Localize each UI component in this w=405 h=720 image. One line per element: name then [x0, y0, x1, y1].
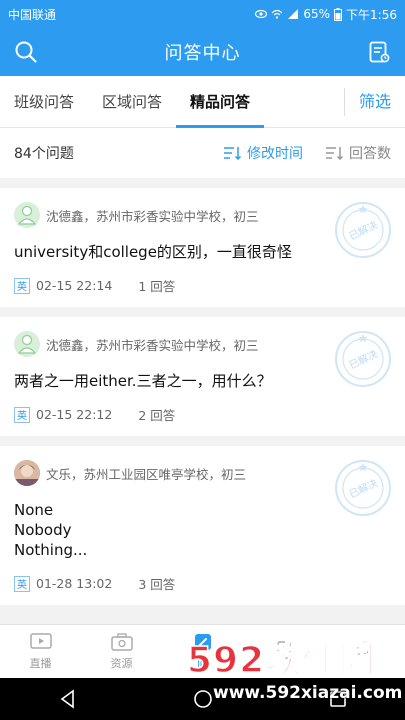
search-icon[interactable] — [14, 40, 38, 64]
nav-item-profile[interactable] — [324, 625, 405, 678]
solved-stamp-icon: 已解决 — [335, 460, 391, 516]
sort-icon — [326, 147, 343, 160]
subject-badge: 英 — [14, 277, 30, 294]
home-icon[interactable] — [193, 689, 213, 709]
bottom-nav: 直播 资源 问 — [0, 624, 405, 678]
category-tabs: 班级问答 区域问答 精品问答 筛选 — [0, 76, 405, 128]
stamp-text: 已解决 — [347, 476, 380, 500]
app-bar: 问答中心 — [0, 28, 405, 76]
question-time: 02-15 22:12 — [36, 407, 113, 422]
profile-icon — [356, 641, 373, 658]
avatar — [14, 202, 40, 228]
system-nav-bar — [0, 678, 405, 720]
question-meta: 英 01-28 13:02 3 回答 — [14, 574, 391, 593]
question-meta: 英 02-15 22:12 2 回答 — [14, 405, 391, 424]
nav-item-resources[interactable]: 资源 — [81, 625, 162, 678]
recents-icon[interactable] — [328, 689, 348, 709]
author-info: 沈德鑫，苏州市彩香实验中学校，初三 — [46, 208, 259, 224]
solved-stamp-icon: 已解决 — [335, 202, 391, 258]
eye-icon — [255, 9, 268, 19]
answer-count: 1 回答 — [138, 279, 176, 294]
screen: 中国联通 65% 下午1:56 问答中心 班级问答 区域问答 精品问答 筛选 8… — [0, 0, 405, 720]
answer-count: 2 回答 — [138, 408, 176, 423]
subject-badge: 英 — [14, 575, 30, 592]
nav-item-qa[interactable]: 问 — [162, 625, 243, 678]
tab-featured-qa[interactable]: 精品问答 — [176, 76, 265, 128]
solved-stamp-icon: 已解决 — [335, 331, 391, 387]
status-bar: 中国联通 65% 下午1:56 — [0, 0, 405, 28]
question-meta: 英 02-15 22:14 1 回答 — [14, 276, 391, 295]
my-questions-icon[interactable] — [367, 40, 391, 64]
answer-count: 3 回答 — [138, 577, 176, 592]
default-avatar-icon — [18, 334, 36, 354]
signal-icon — [288, 9, 299, 19]
nav-label: 直播 — [29, 656, 52, 670]
question-time: 02-15 22:14 — [36, 278, 113, 293]
back-icon[interactable] — [58, 689, 78, 709]
avatar — [14, 460, 40, 486]
stamp-text: 已解决 — [347, 347, 380, 371]
question-card[interactable]: 沈德鑫，苏州市彩香实验中学校，初三 university和college的区别，… — [0, 188, 405, 307]
nav-label: 问 — [197, 656, 208, 670]
sort-by-answers-button[interactable]: 回答数 — [325, 143, 391, 163]
default-avatar-icon — [18, 205, 36, 225]
question-card[interactable]: 文乐，苏州工业园区唯亭学校，初三 None Nobody Nothing... … — [0, 446, 405, 605]
question-count: 84个问题 — [14, 146, 74, 162]
sort-time-label: 修改时间 — [247, 146, 303, 162]
sort-answers-label: 回答数 — [349, 146, 391, 162]
clock: 下午1:56 — [346, 7, 397, 22]
author-info: 文乐，苏州工业园区唯亭学校，初三 — [46, 466, 247, 482]
nav-item-live[interactable]: 直播 — [0, 625, 81, 678]
notebook-icon — [276, 640, 291, 659]
sort-bar: 84个问题 修改时间 回答数 — [0, 128, 405, 178]
live-icon — [29, 632, 52, 649]
tab-class-qa[interactable]: 班级问答 — [0, 76, 88, 128]
nav-item-notebook[interactable] — [243, 625, 324, 678]
stamp-text: 已解决 — [347, 218, 380, 242]
question-time: 01-28 13:02 — [36, 576, 113, 591]
user-photo-icon — [14, 460, 40, 486]
status-right: 65% 下午1:56 — [255, 6, 397, 23]
resource-icon — [110, 632, 133, 651]
nav-label: 资源 — [110, 656, 133, 670]
question-card[interactable]: 沈德鑫，苏州市彩香实验中学校，初三 两者之一用either.三者之一，用什么？ … — [0, 317, 405, 436]
battery-icon — [334, 7, 343, 21]
qa-icon — [194, 633, 211, 650]
sort-icon — [224, 147, 241, 160]
page-title: 问答中心 — [164, 43, 241, 64]
wifi-icon — [271, 9, 283, 19]
sort-by-time-button[interactable]: 修改时间 — [223, 143, 303, 163]
battery-percent: 65% — [303, 7, 331, 21]
carrier-label: 中国联通 — [8, 7, 57, 22]
filter-button[interactable]: 筛选 — [343, 88, 405, 116]
avatar — [14, 331, 40, 357]
author-info: 沈德鑫，苏州市彩香实验中学校，初三 — [46, 337, 259, 353]
tab-area-qa[interactable]: 区域问答 — [88, 76, 176, 128]
subject-badge: 英 — [14, 406, 30, 423]
